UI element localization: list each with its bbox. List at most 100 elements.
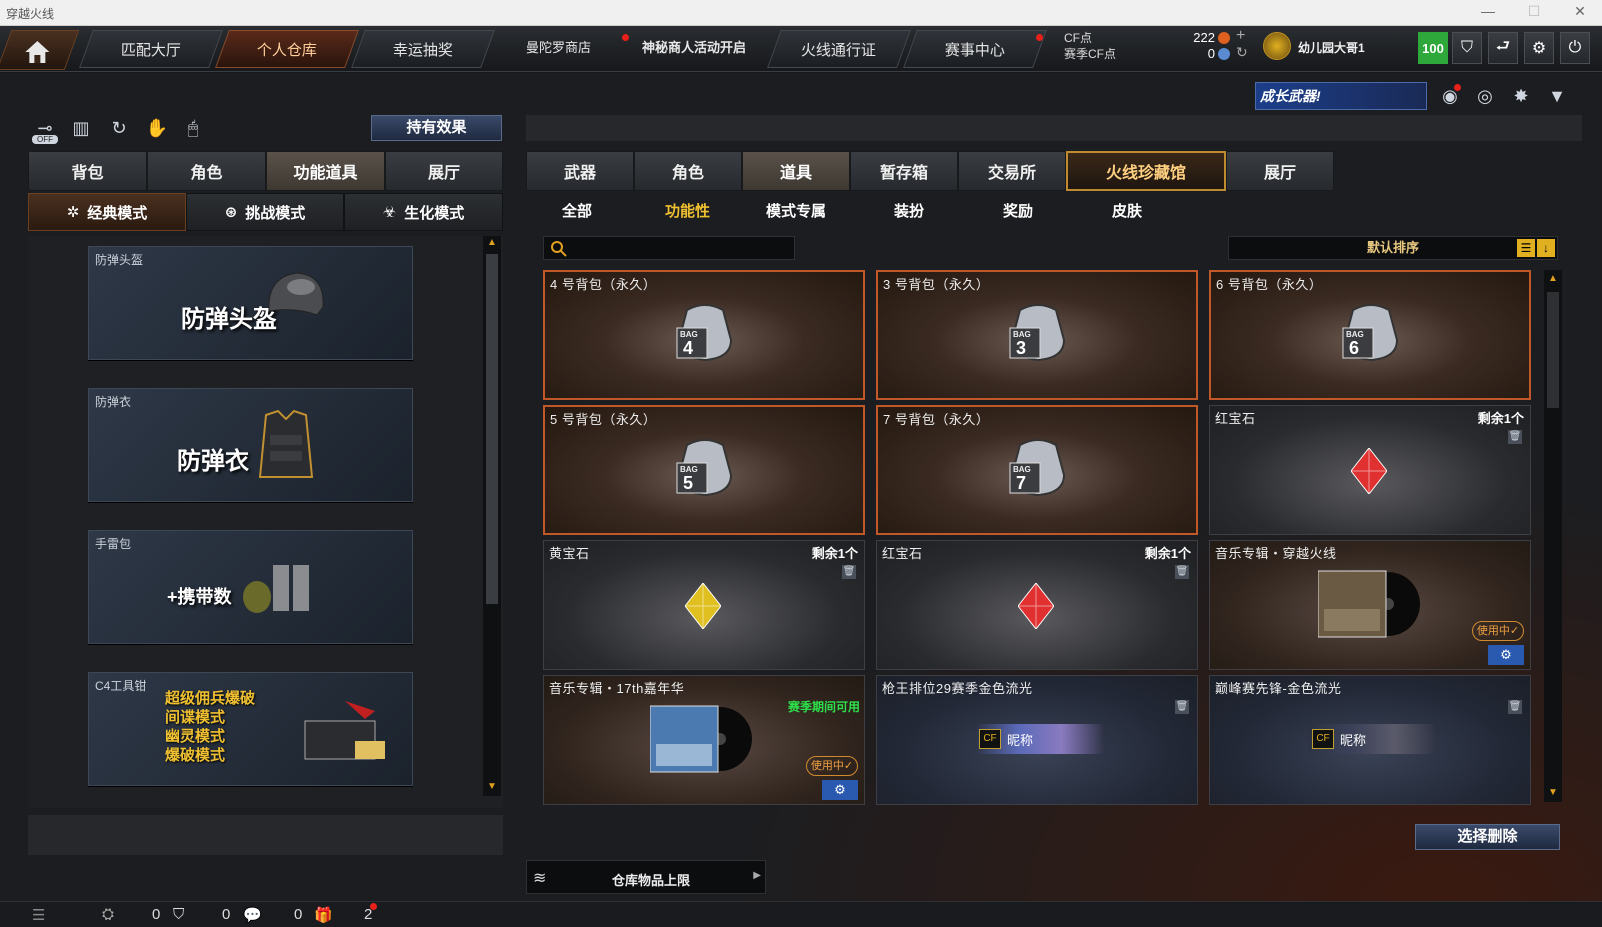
grid-item[interactable]: 4 号背包（永久） BAG 4 (543, 270, 865, 400)
tab-challenge-mode[interactable]: ⊛ 挑战模式 (186, 193, 344, 231)
close-button[interactable]: ✕ (1566, 3, 1594, 20)
scroll-down-icon[interactable]: ▼ (485, 780, 499, 794)
settings-gear-icon[interactable]: ⚙ (1488, 645, 1524, 665)
grid-item[interactable]: 红宝石 剩余1个 🗑 (1209, 405, 1531, 535)
menu-icon[interactable]: ☰ (32, 906, 45, 924)
home-button[interactable] (0, 30, 80, 70)
filter-reward[interactable]: 奖励 (1003, 200, 1033, 221)
backpack-icon: BAG 7 (1006, 435, 1070, 499)
history-icon[interactable]: ↻ (106, 118, 132, 144)
return-icon[interactable]: ⮐ (1488, 32, 1518, 64)
grid-item[interactable]: 黄宝石 剩余1个 🗑 (543, 540, 865, 670)
off-toggle-icon[interactable]: ⊸ OFF (32, 118, 58, 144)
mode-tabs: ✲ 经典模式 ⊛ 挑战模式 ☣ 生化模式 (28, 193, 503, 231)
trash-icon[interactable]: 🗑 (1508, 430, 1522, 444)
tab-items[interactable]: 道具 (742, 151, 850, 191)
wing-icon[interactable]: ▼ (1545, 84, 1569, 108)
album-cover-icon (1317, 569, 1422, 639)
power-icon[interactable]: ⏻ (1560, 32, 1590, 64)
gem-icon (684, 582, 722, 634)
tab-backpack[interactable]: 背包 (28, 151, 147, 191)
refresh-icon[interactable]: ↻ (1236, 44, 1248, 61)
tab-right-showroom[interactable]: 展厅 (1226, 151, 1334, 191)
tab-exchange[interactable]: 交易所 (958, 151, 1066, 191)
tab-bio-mode[interactable]: ☣ 生化模式 (344, 193, 503, 231)
scroll-up-icon[interactable]: ▲ (485, 236, 499, 250)
growth-weapon-banner[interactable]: 成长武器! (1255, 82, 1427, 110)
filter-mode-exclusive[interactable]: 模式专属 (766, 200, 826, 221)
search-input[interactable] (543, 236, 795, 260)
list-item[interactable]: 防弹衣 防弹衣 (88, 388, 413, 502)
season-coin-icon (1218, 48, 1230, 60)
username[interactable]: 幼儿园大哥1 (1298, 39, 1365, 56)
backpack-icon: BAG 6 (1339, 300, 1403, 364)
gift-icon[interactable]: 🎁 (314, 906, 333, 924)
settings-gear-icon[interactable]: ⚙ (1524, 32, 1554, 64)
minimize-button[interactable]: — (1474, 3, 1502, 19)
filter-costume[interactable]: 装扮 (894, 200, 924, 221)
tab-battle-pass[interactable]: 火线通行证 (767, 30, 911, 68)
trash-icon[interactable]: 🗑 (1175, 565, 1189, 579)
ranking-icon[interactable]: ▥ (68, 118, 94, 144)
tab-showroom[interactable]: 展厅 (385, 151, 503, 191)
item-name: 7 号背包（永久） (883, 412, 990, 427)
clan-shield-icon[interactable]: ⛉ (173, 906, 184, 923)
filter-all[interactable]: 全部 (562, 200, 592, 221)
mystery-merchant-link[interactable]: 神秘商人活动开启 (642, 37, 746, 56)
grid-item[interactable]: 枪王排位29赛季金色流光 🗑 CF 昵称 (876, 675, 1198, 805)
trash-icon[interactable]: 🗑 (842, 565, 856, 579)
tab-character[interactable]: 角色 (147, 151, 266, 191)
grid-item[interactable]: 3 号背包（永久） BAG 3 (876, 270, 1198, 400)
scroll-thumb[interactable] (486, 254, 498, 604)
binoculars-icon[interactable]: ⛭ (102, 906, 114, 923)
list-item[interactable]: C4工具钳 超级佣兵爆破 间谍模式 幽灵模式 爆破模式 (88, 672, 413, 786)
gear-badge-icon[interactable]: ✸ (1509, 84, 1533, 108)
select-delete-button[interactable]: 选择删除 (1415, 824, 1560, 850)
list-view-icon[interactable]: ☰ (1517, 239, 1535, 257)
chat-count: 0 (294, 906, 303, 923)
grid-item[interactable]: 红宝石 剩余1个 🗑 (876, 540, 1198, 670)
tab-match-lobby[interactable]: 匹配大厅 (79, 30, 223, 68)
scroll-thumb[interactable] (1547, 292, 1559, 408)
sort-dropdown[interactable]: 默认排序 ☰ ↓ (1228, 236, 1558, 260)
tab-weapons[interactable]: 武器 (526, 151, 634, 191)
add-cf-icon[interactable]: + (1236, 27, 1245, 45)
right-scrollbar[interactable]: ▲ ▼ (1544, 270, 1562, 802)
trash-icon[interactable]: 🗑 (1175, 700, 1189, 714)
globe-icon[interactable]: ◎ (1473, 84, 1497, 108)
sort-desc-icon[interactable]: ↓ (1537, 239, 1555, 257)
hand-icon[interactable]: ✋ (144, 118, 170, 144)
scroll-up-icon[interactable]: ▲ (1546, 272, 1560, 286)
tab-lucky-draw[interactable]: 幸运抽奖 (351, 30, 495, 68)
left-scrollbar[interactable]: ▲ ▼ (483, 236, 501, 796)
list-item[interactable]: 防弹头盔 防弹头盔 (88, 246, 413, 360)
cf-value: 222 (1193, 30, 1215, 45)
grid-item[interactable]: 音乐专辑・穿越火线 使用中✓ ⚙ (1209, 540, 1531, 670)
grid-item[interactable]: 巅峰赛先锋-金色流光 🗑 CF 昵称 (1209, 675, 1531, 805)
shield-icon[interactable]: ⛉ (1452, 32, 1482, 64)
tab-roles[interactable]: 角色 (634, 151, 742, 191)
maximize-button[interactable]: ☐ (1520, 3, 1548, 20)
grid-item[interactable]: 5 号背包（永久） BAG 5 (543, 405, 865, 535)
mandala-shop-link[interactable]: 曼陀罗商店 (526, 37, 591, 56)
list-item[interactable]: 手雷包 +携带数 (88, 530, 413, 644)
trash-icon[interactable]: 🗑 (1508, 700, 1522, 714)
mouse-icon[interactable]: 🖱 (180, 118, 206, 144)
bag-number: 3 (1016, 338, 1027, 358)
settings-gear-icon[interactable]: ⚙ (822, 780, 858, 800)
filter-functional[interactable]: 功能性 (665, 200, 710, 221)
grid-item[interactable]: 6 号背包（永久） BAG 6 (1209, 270, 1531, 400)
tab-temp-box[interactable]: 暂存箱 (850, 151, 958, 191)
grid-item[interactable]: 音乐专辑・17th嘉年华 赛季期间可用 使用中✓ ⚙ (543, 675, 865, 805)
tab-event-center[interactable]: 赛事中心 (903, 30, 1047, 68)
filter-skin[interactable]: 皮肤 (1112, 200, 1142, 221)
holding-effect-button[interactable]: 持有效果 (371, 115, 502, 141)
tab-collection[interactable]: 火线珍藏馆 (1066, 151, 1226, 191)
scroll-down-icon[interactable]: ▼ (1546, 786, 1560, 800)
storage-capacity-button[interactable]: ≋ 仓库物品上限 ▶ (526, 860, 766, 894)
tab-personal-storage[interactable]: 个人仓库 (215, 30, 359, 68)
chat-icon[interactable]: 💬 (243, 906, 262, 924)
tab-function-items[interactable]: 功能道具 (266, 151, 385, 191)
tab-classic-mode[interactable]: ✲ 经典模式 (28, 193, 186, 231)
grid-item[interactable]: 7 号背包（永久） BAG 7 (876, 405, 1198, 535)
